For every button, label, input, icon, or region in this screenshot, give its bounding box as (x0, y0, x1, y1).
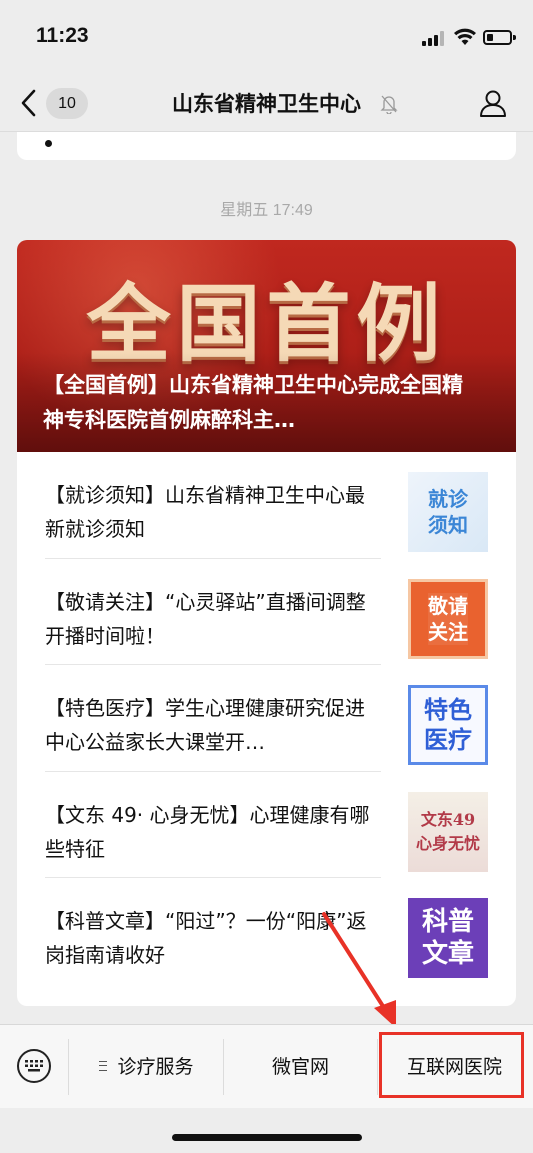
menu-label: 诊疗服务 (117, 1056, 194, 1078)
thumbnail-text: 科普 文章 (421, 907, 474, 969)
keyboard-toggle-button[interactable] (17, 1049, 51, 1083)
keyboard-icon (25, 1060, 43, 1072)
article-item-title: 【就诊须知】山东省精神卫生中心最新就诊须知 (45, 483, 365, 541)
wifi-icon (454, 28, 476, 45)
thumbnail-text: 就诊 须知 (428, 487, 468, 537)
menu-divider (68, 1039, 69, 1095)
article-item[interactable]: 【特色医疗】学生心理健康研究促进中心公益家长大课堂开… 特色 医疗 (17, 665, 516, 772)
cover-article[interactable]: 全国首例 【全国首例】山东省精神卫生中心完成全国精神专科医院首例麻醉科主… (17, 240, 516, 452)
article-item-title: 【敬请关注】“心灵驿站”直播间调整开播时间啦！ (45, 589, 366, 648)
menu-micro-website[interactable]: 微官网 (224, 1051, 377, 1083)
bell-slash-icon (380, 95, 398, 114)
cellular-signal-icon (422, 31, 446, 46)
article-thumbnail: 敬请 关注 (408, 578, 488, 659)
home-indicator (172, 1134, 362, 1141)
thumbnail-text: 敬请 关注 (428, 592, 468, 645)
thumbnail-text: 特色 医疗 (424, 696, 472, 754)
date-separator: 星期五 17:49 (220, 202, 313, 219)
article-thumbnail: 就诊 须知 (408, 472, 488, 552)
back-chevron-icon[interactable] (18, 88, 40, 118)
bullet-dot (45, 140, 52, 147)
previous-message-card[interactable] (17, 132, 516, 160)
person-icon[interactable] (478, 88, 508, 118)
unread-count-badge[interactable]: 10 (46, 88, 88, 119)
article-item[interactable]: 【敬请关注】“心灵驿站”直播间调整开播时间啦！ 敬请 关注 (17, 559, 516, 665)
annotation-arrow-icon (322, 912, 396, 1028)
article-item[interactable]: 【就诊须知】山东省精神卫生中心最新就诊须知 就诊 须知 (17, 452, 516, 559)
article-item[interactable]: 【文东 49· 心身无忧】心理健康有哪些特征 文东49 心身无忧 (17, 772, 516, 878)
annotation-highlight-box (379, 1032, 524, 1098)
menu-lines-icon (99, 1060, 108, 1071)
menu-diagnosis-service[interactable]: 诊疗服务 (70, 1051, 223, 1083)
status-bar: 11:23 (0, 0, 533, 76)
battery-icon (483, 30, 516, 45)
status-time: 11:23 (36, 24, 89, 47)
article-item-title: 【特色医疗】学生心理健康研究促进中心公益家长大课堂开… (45, 696, 365, 754)
article-thumbnail: 特色 医疗 (408, 685, 488, 765)
article-message-card: 全国首例 【全国首例】山东省精神卫生中心完成全国精神专科医院首例麻醉科主… 【就… (17, 240, 516, 1006)
article-thumbnail: 文东49 心身无忧 (408, 791, 488, 872)
thumbnail-text: 文东49 心身无忧 (415, 809, 480, 853)
article-thumbnail: 科普 文章 (408, 898, 488, 978)
cover-article-title: 【全国首例】山东省精神卫生中心完成全国精神专科医院首例麻醉科主… (43, 373, 463, 432)
article-item[interactable]: 【科普文章】“阳过”？一份“阳康”返岗指南请收好 科普 文章 (17, 878, 516, 985)
article-item-title: 【文东 49· 心身无忧】心理健康有哪些特征 (45, 802, 370, 861)
nav-bar: 10 山东省精神卫生中心 (0, 76, 533, 132)
article-list: 【就诊须知】山东省精神卫生中心最新就诊须知 就诊 须知 【敬请关注】“心灵驿站”… (17, 452, 516, 985)
